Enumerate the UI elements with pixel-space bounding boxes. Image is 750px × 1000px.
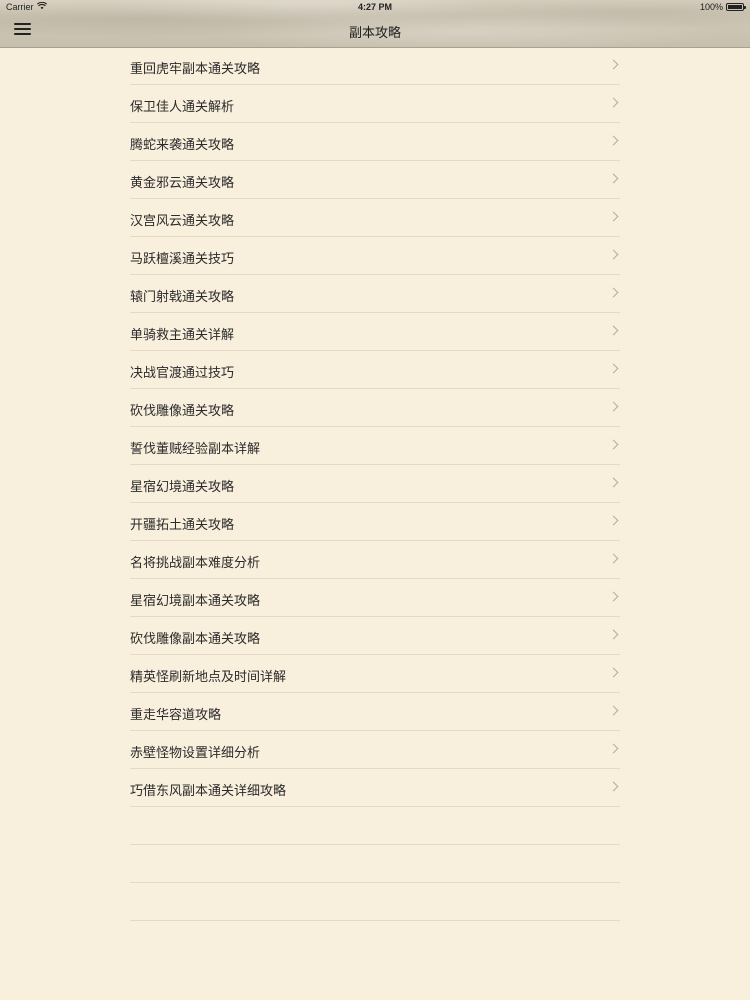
- list-item[interactable]: 重走华容道攻略: [130, 693, 620, 731]
- list-item[interactable]: 星宿幻境通关攻略: [130, 465, 620, 503]
- empty-row: [130, 807, 620, 845]
- list-item-label: 辕门射戟通关攻略: [130, 290, 235, 305]
- list-item[interactable]: 名将挑战副本难度分析: [130, 541, 620, 579]
- list-item[interactable]: 砍伐雕像副本通关攻略: [130, 617, 620, 655]
- list-item-label: 黄金邪云通关攻略: [130, 176, 235, 191]
- chevron-right-icon: [608, 287, 619, 298]
- chevron-right-icon: [608, 135, 619, 146]
- list-item-label: 单骑救主通关详解: [130, 328, 235, 343]
- list-item-label: 名将挑战副本难度分析: [130, 556, 261, 571]
- chevron-right-icon: [608, 781, 619, 792]
- list-item[interactable]: 赤壁怪物设置详细分析: [130, 731, 620, 769]
- list-item-label: 砍伐雕像通关攻略: [130, 404, 235, 419]
- chevron-right-icon: [608, 173, 619, 184]
- chevron-right-icon: [608, 591, 619, 602]
- chevron-right-icon: [608, 401, 619, 412]
- list-item-label: 巧借东风副本通关详细攻略: [130, 784, 287, 799]
- list-item[interactable]: 精英怪刷新地点及时间详解: [130, 655, 620, 693]
- list-item[interactable]: 砍伐雕像通关攻略: [130, 389, 620, 427]
- list-item[interactable]: 辕门射戟通关攻略: [130, 275, 620, 313]
- list-item[interactable]: 誓伐董贼经验副本详解: [130, 427, 620, 465]
- chevron-right-icon: [608, 705, 619, 716]
- chevron-right-icon: [608, 629, 619, 640]
- chevron-right-icon: [608, 211, 619, 222]
- empty-row: [130, 883, 620, 921]
- chevron-right-icon: [608, 439, 619, 450]
- list-item-label: 保卫佳人通关解析: [130, 100, 235, 115]
- chevron-right-icon: [608, 325, 619, 336]
- chevron-right-icon: [608, 363, 619, 374]
- list-item[interactable]: 马跃檀溪通关技巧: [130, 237, 620, 275]
- list-item[interactable]: 开疆拓土通关攻略: [130, 503, 620, 541]
- battery-percent: 100%: [699, 2, 723, 12]
- chevron-right-icon: [608, 477, 619, 488]
- list-item[interactable]: 巧借东风副本通关详细攻略: [130, 769, 620, 807]
- chevron-right-icon: [608, 743, 619, 754]
- list-item[interactable]: 汉宫风云通关攻略: [130, 199, 620, 237]
- list-item[interactable]: 星宿幻境副本通关攻略: [130, 579, 620, 617]
- navigation-bar: Carrier 4:27 PM 100% 副本攻略: [0, 0, 750, 48]
- chevron-right-icon: [608, 667, 619, 678]
- battery-icon: [726, 3, 746, 11]
- list-item[interactable]: 腾蛇来袭通关攻略: [130, 123, 620, 161]
- app-window: Carrier 4:27 PM 100% 副本攻略 重回虎牢副本通关攻略 保卫佳…: [0, 0, 750, 1000]
- list-item-label: 开疆拓土通关攻略: [130, 518, 235, 533]
- list-item[interactable]: 重回虎牢副本通关攻略: [130, 47, 620, 85]
- list-item-label: 马跃檀溪通关技巧: [130, 252, 235, 267]
- list-item[interactable]: 单骑救主通关详解: [130, 313, 620, 351]
- list-item-label: 砍伐雕像副本通关攻略: [130, 632, 261, 647]
- list-item-label: 重回虎牢副本通关攻略: [130, 62, 261, 77]
- chevron-right-icon: [608, 249, 619, 260]
- chevron-right-icon: [608, 59, 619, 70]
- clock: 4:27 PM: [357, 2, 392, 12]
- list-item-label: 星宿幻境通关攻略: [130, 480, 235, 495]
- page-title: 副本攻略: [348, 26, 401, 41]
- guide-list: 重回虎牢副本通关攻略 保卫佳人通关解析 腾蛇来袭通关攻略 黄金邪云通关攻略 汉宫…: [130, 47, 620, 921]
- chevron-right-icon: [608, 553, 619, 564]
- chevron-right-icon: [608, 97, 619, 108]
- list-item-label: 赤壁怪物设置详细分析: [130, 746, 261, 761]
- status-bar: Carrier 4:27 PM 100%: [0, 0, 750, 15]
- status-right: 100%: [699, 2, 746, 12]
- list-item[interactable]: 保卫佳人通关解析: [130, 85, 620, 123]
- list-item-label: 汉宫风云通关攻略: [130, 214, 235, 229]
- chevron-right-icon: [608, 515, 619, 526]
- list-item-label: 腾蛇来袭通关攻略: [130, 138, 235, 153]
- list-item-label: 重走华容道攻略: [130, 708, 222, 723]
- list-item[interactable]: 黄金邪云通关攻略: [130, 161, 620, 199]
- empty-row: [130, 845, 620, 883]
- list-item-label: 决战官渡通过技巧: [130, 366, 235, 381]
- list-item[interactable]: 决战官渡通过技巧: [130, 351, 620, 389]
- list-item-label: 星宿幻境副本通关攻略: [130, 594, 261, 609]
- list-item-label: 誓伐董贼经验副本详解: [130, 442, 261, 457]
- list-item-label: 精英怪刷新地点及时间详解: [130, 670, 287, 685]
